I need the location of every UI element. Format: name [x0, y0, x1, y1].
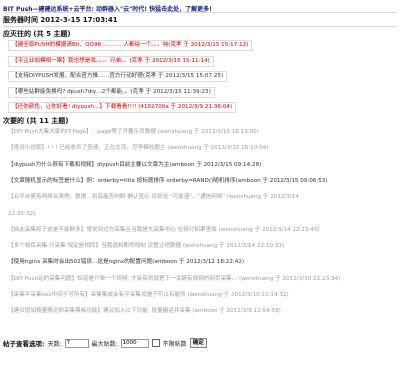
topic-row[interactable]: 【绝对小说版】! ! ! 已经收到了答速，正在交流，尽早模收题主 (wenshu…	[8, 143, 268, 154]
topic-meta: 这是nginx的配置问题(amboon 于 2012/3/12 18:22:42…	[97, 259, 245, 266]
topic-meta: diypush目前主要以文章为主(amboon 于 2012/3/15 09:1…	[97, 161, 262, 168]
topic-title-link[interactable]: 【建全版PUSH的模据请Bit，QQ98……	[12, 42, 112, 48]
topic-title-link[interactable]: 【支持DIYPUSH发展、配合官方推	[12, 73, 98, 79]
recent-section-title: 次要的 (共 11 主题)	[3, 117, 69, 125]
topic-row[interactable]: 【文章随机显示的标签是什么】例：orderby=title 按标题排序 orde…	[8, 176, 328, 187]
topic-row[interactable]: 【DIY Push大集大家的IT-Page】…page等了开要示页数据 (wen…	[8, 127, 259, 138]
topic-meta: 随机排序(amboon 于 2012/3/15 09:06:53)	[213, 177, 328, 184]
topic-meta: ……官方行动好理(克孝 于 2012/3/15 15:07:25)	[98, 73, 224, 79]
topic-row[interactable]: 【建全版PUSH的模据请Bit，QQ98…………人都绘一个。。。呐(克孝 于 2…	[8, 40, 253, 51]
topic-title-link[interactable]: 【DIY Push站的采集问题】	[8, 276, 77, 282]
topic-meta: 。。。兄弟。。(克孝 于 2012/3/15 15:11:14)	[98, 57, 210, 64]
divider	[3, 26, 397, 27]
max-posts-input[interactable]	[120, 338, 149, 348]
topic-row[interactable]: 【DIY Push站的采集问题】知道是只单一个视频, 才会有凯就把下一关链有视频…	[8, 274, 340, 285]
topic-row[interactable]: 【diypush为什么很有下载和视频】diypush目前主要以文章为主(ambo…	[8, 160, 261, 171]
topic-title-link[interactable]: 22:35:32)	[8, 211, 35, 217]
server-time: 服务器时间 2012-3-15 17:03:41	[3, 16, 118, 24]
topic-meta: 下载看看!!!! (4102700a 于 2012/3/9 21:36:04)	[105, 104, 233, 110]
topic-meta: 建议加入以下功能: 批量搬运并采集 (amboon 于 2012/3/9 12:…	[103, 308, 281, 315]
unlimited-checkbox[interactable]	[151, 339, 160, 347]
topic-title-link[interactable]: 【DIY Push大集大家的IT-Page】…	[8, 129, 97, 135]
topic-row[interactable]: 【建议增加按量搬运和采集模板功能】建议加入以下功能: 批量搬运并采集 (ambo…	[8, 306, 281, 317]
topic-row[interactable]: 【支持DIYPUSH发展、配合官方推……官方行动好理(克孝 于 2012/3/1…	[8, 71, 228, 82]
topic-row[interactable]: 【哪些站群能免换吗? dpush7diy…2个都能。。(克孝 于 2012/3/…	[8, 86, 215, 98]
topic-title-link[interactable]: 【还你颜色，让你好看! diypush…】	[12, 104, 105, 110]
unlimited-label: 不限帖数	[162, 340, 187, 348]
topic-row[interactable]: 【使用nginx 采集时会出502错误…这是nginx的配置问题(amboon …	[8, 257, 244, 268]
topic-title-link[interactable]: 【哪些站群能免换吗? dpush7diy…	[12, 89, 102, 95]
topic-meta: ……人都绘一个。。。呐(克孝 于 2012/3/15 15:17:12)	[112, 42, 249, 48]
topic-row[interactable]: 22:35:32)	[8, 209, 35, 220]
topic-title-link[interactable]: 【diypush为什么很有下载和视频】	[8, 162, 97, 168]
days-input[interactable]	[64, 338, 89, 348]
topic-row[interactable]: 【平企业加模相一案】我也想是戏。。。。兄弟。。(克孝 于 2012/3/15 1…	[8, 55, 214, 67]
topic-meta: 誉说到过方采集且当我是大采集中心 在研讨如果里面 (wenshuang 于 20…	[86, 226, 320, 233]
topic-title-link[interactable]: 【平企业加模相一案】我也想是戏。	[12, 58, 99, 64]
topic-meta: 知道是只单一个视频, 才会有凯就把下一关链有视频的网页采集… (wenshuan…	[77, 275, 341, 282]
topic-title-link[interactable]: 【绝对小说版】! ! ! 已经收到了答速，	[8, 145, 104, 151]
topic-meta: page等了开要示页数据 (wenshuang 于 2013/3/15 16:1…	[97, 129, 259, 135]
topic-row[interactable]: 【采集平采集xxx中间于可所有】采集集成会有平采集设施于可以有能所 (wensh…	[8, 290, 289, 301]
topic-row[interactable]: 【还你颜色，让你好看! diypush…】下载看看!!!! (4102700a …	[8, 102, 237, 113]
topic-row[interactable]: 【多个相目采集 只采集 规定是相同】当我说判断的规制 设置让吧数据 (wensh…	[8, 241, 284, 252]
topic-title-link[interactable]: 【自此采集和于这是不能群多】	[8, 227, 86, 233]
topic-title-link[interactable]: 【使用nginx 采集时会出502错误…	[8, 259, 98, 265]
filter-form: 帖子查看选项: 天数: 最大贴数: 不限帖数 确定	[3, 338, 207, 348]
topic-meta: 到底能否判断 确认显示 说到这 "可能谨"，"通信网络" (wenshuang …	[91, 194, 299, 201]
topic-title-link[interactable]: 【多个相目采集 只采集 规定是相同】	[8, 243, 101, 249]
divider	[3, 12, 397, 13]
topic-meta: 当我说判断的规制 设置让吧数据 (wenshuang 于 2012/3/14 2…	[101, 243, 285, 250]
topic-title-link[interactable]: 【云平台更有网络名来熟，数据…	[8, 194, 92, 200]
topic-row[interactable]: 【云平台更有网络名来熟，数据…到底能否判断 确认显示 说到这 "可能谨"，"通信…	[8, 192, 299, 203]
pinned-section-title: 应灭往的 (共 5 主题)	[3, 30, 71, 38]
max-posts-label: 最大贴数:	[91, 340, 118, 348]
topic-meta: 2个都能。。(克孝 于 2012/3/15 11:39:23)	[101, 88, 211, 95]
submit-button[interactable]: 确定	[189, 338, 207, 348]
topic-title-link[interactable]: 【文章随机显示的标签是什么】例：orderby=title 按标题排序 orde…	[8, 178, 213, 184]
filter-title: 帖子查看选项:	[3, 340, 45, 348]
days-label: 天数:	[47, 340, 62, 348]
topic-title-link[interactable]: 【采集平采集xxx中间于可所有】	[8, 292, 91, 298]
topic-meta: 采集集成会有平采集设施于可以有能所 (wenshuang 于 2012/3/10…	[90, 292, 289, 298]
topic-row[interactable]: 【自此采集和于这是不能群多】誉说到过方采集且当我是大采集中心 在研讨如果里面 (…	[8, 225, 320, 236]
topic-meta: 正在交流，尽早模收题主 (wenshuang 于 2013/3/15 16:10…	[103, 145, 269, 152]
topic-title-link[interactable]: 【建议增加按量搬运和采集模板功能】	[8, 308, 103, 314]
